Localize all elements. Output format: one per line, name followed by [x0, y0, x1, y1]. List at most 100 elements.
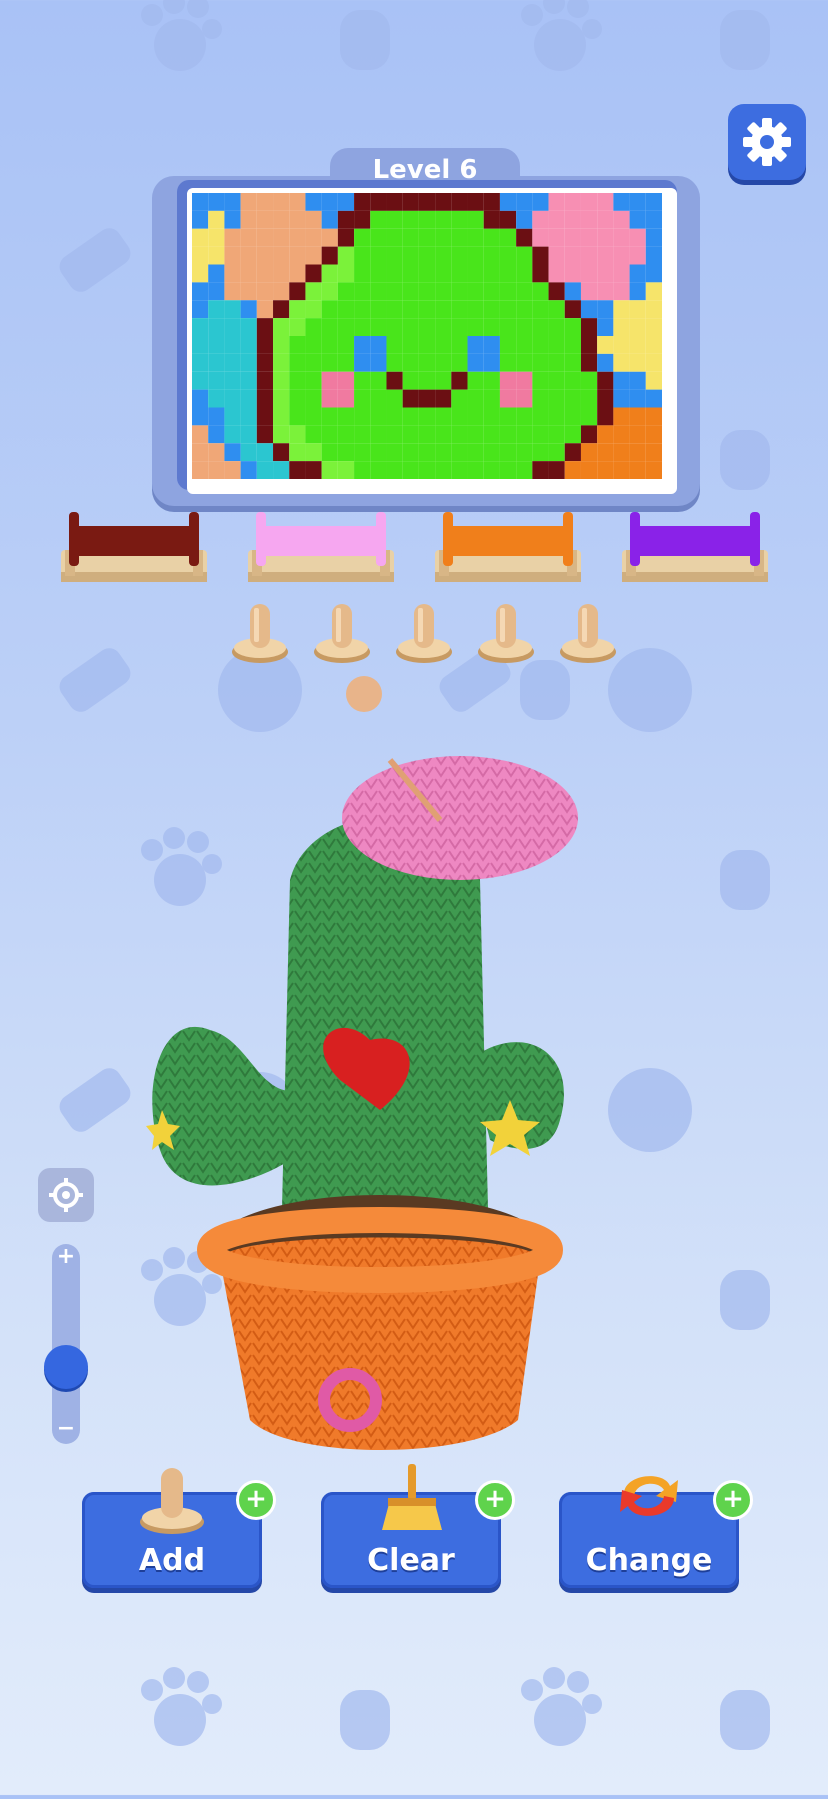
- pixel-cell: [564, 210, 581, 229]
- pixel-cell: [337, 371, 355, 390]
- pixel-cell: [418, 443, 436, 462]
- pixel-cell: [516, 353, 533, 372]
- pixel-cell: [208, 210, 225, 229]
- clear-button[interactable]: + Clear: [321, 1464, 515, 1588]
- pixel-cell: [305, 210, 322, 229]
- pixel-cell: [580, 371, 598, 390]
- peg-slot-5[interactable]: [559, 598, 617, 664]
- pixel-cell: [305, 228, 322, 247]
- pixel-cell: [548, 443, 565, 462]
- pixel-cell: [564, 336, 581, 354]
- pixel-cell: [451, 228, 468, 247]
- crosshair-icon: [49, 1178, 83, 1212]
- pixel-cell: [386, 425, 403, 444]
- pixel-cell: [451, 336, 468, 354]
- spool-icon: [435, 512, 581, 582]
- pixel-cell: [564, 443, 581, 462]
- pixel-cell: [370, 461, 387, 479]
- pixel-cell: [402, 228, 419, 247]
- pixel-cell: [645, 210, 662, 229]
- pixel-cell: [483, 336, 500, 354]
- pixel-cell: [273, 318, 290, 336]
- pixel-cell: [337, 264, 355, 283]
- pixel-cell: [564, 407, 581, 426]
- peg-slot-1[interactable]: [231, 598, 289, 664]
- pixel-cell: [467, 353, 484, 372]
- pixel-cell: [192, 407, 209, 426]
- pixel-cell: [240, 407, 257, 426]
- pixel-cell: [483, 389, 500, 408]
- pixel-cell: [451, 300, 468, 319]
- pixel-cell: [224, 300, 241, 319]
- pixel-cell: [564, 461, 581, 479]
- pixel-cell: [580, 353, 598, 372]
- pixel-cell: [580, 228, 598, 247]
- settings-button[interactable]: [728, 104, 806, 180]
- peg-icon: [137, 1464, 207, 1540]
- recenter-button[interactable]: [38, 1168, 94, 1222]
- pixel-cell: [208, 425, 225, 444]
- zoom-out-label[interactable]: −: [52, 1416, 80, 1441]
- pixel-pattern-board: [187, 188, 677, 494]
- pixel-cell: [256, 425, 274, 444]
- pixel-cell: [435, 282, 452, 301]
- pixel-cell: [402, 425, 419, 444]
- pixel-cell: [418, 318, 436, 336]
- knitted-cactus-model[interactable]: [140, 670, 620, 1470]
- pixel-cell: [532, 371, 549, 390]
- pixel-cell: [516, 461, 533, 479]
- pixel-cell: [467, 210, 484, 229]
- pixel-cell: [532, 318, 549, 336]
- spool-1[interactable]: [57, 510, 211, 588]
- pixel-cell: [224, 336, 241, 354]
- peg-slot-3[interactable]: [395, 598, 453, 664]
- pixel-cell: [337, 407, 355, 426]
- pixel-cell: [483, 443, 500, 462]
- spool-3[interactable]: [431, 510, 585, 588]
- pixel-cell: [435, 318, 452, 336]
- spool-4[interactable]: [618, 510, 772, 588]
- pixel-cell: [451, 264, 468, 283]
- pixel-cell: [386, 246, 403, 265]
- zoom-slider-track[interactable]: [52, 1244, 80, 1444]
- pixel-cell: [516, 228, 533, 247]
- pixel-cell: [467, 228, 484, 247]
- pixel-cell: [192, 193, 209, 211]
- pixel-cell: [580, 336, 598, 354]
- pixel-cell: [240, 389, 257, 408]
- pixel-cell: [354, 300, 371, 319]
- pixel-cell: [256, 371, 274, 390]
- peg-slot-2[interactable]: [313, 598, 371, 664]
- pixel-cell: [564, 425, 581, 444]
- pixel-cell: [337, 425, 355, 444]
- pixel-cell: [499, 246, 517, 265]
- pixel-cell: [402, 407, 419, 426]
- pixel-cell: [483, 246, 500, 265]
- pixel-cell: [192, 210, 209, 229]
- pixel-cell: [597, 210, 614, 229]
- zoom-in-label[interactable]: +: [52, 1244, 80, 1269]
- add-button[interactable]: + Add: [82, 1468, 276, 1588]
- pixel-cell: [354, 318, 371, 336]
- change-button[interactable]: + Change: [559, 1476, 753, 1588]
- pixel-cell: [483, 461, 500, 479]
- pixel-cell: [499, 300, 517, 319]
- peg-slot-4[interactable]: [477, 598, 535, 664]
- clear-plus-badge: +: [475, 1480, 515, 1520]
- pixel-cell: [516, 371, 533, 390]
- spool-2[interactable]: [244, 510, 398, 588]
- pixel-cell: [645, 318, 662, 336]
- pixel-cell: [273, 353, 290, 372]
- pixel-cell: [224, 318, 241, 336]
- pixel-cell: [467, 193, 484, 211]
- pixel-cell: [435, 389, 452, 408]
- pixel-cell: [418, 389, 436, 408]
- pixel-cell: [354, 210, 371, 229]
- pixel-cell: [370, 282, 387, 301]
- pixel-cell: [516, 336, 533, 354]
- pixel-cell: [386, 443, 403, 462]
- pixel-cell: [402, 264, 419, 283]
- pixel-cell: [418, 425, 436, 444]
- pixel-cell: [354, 193, 371, 211]
- pixel-cell: [580, 407, 598, 426]
